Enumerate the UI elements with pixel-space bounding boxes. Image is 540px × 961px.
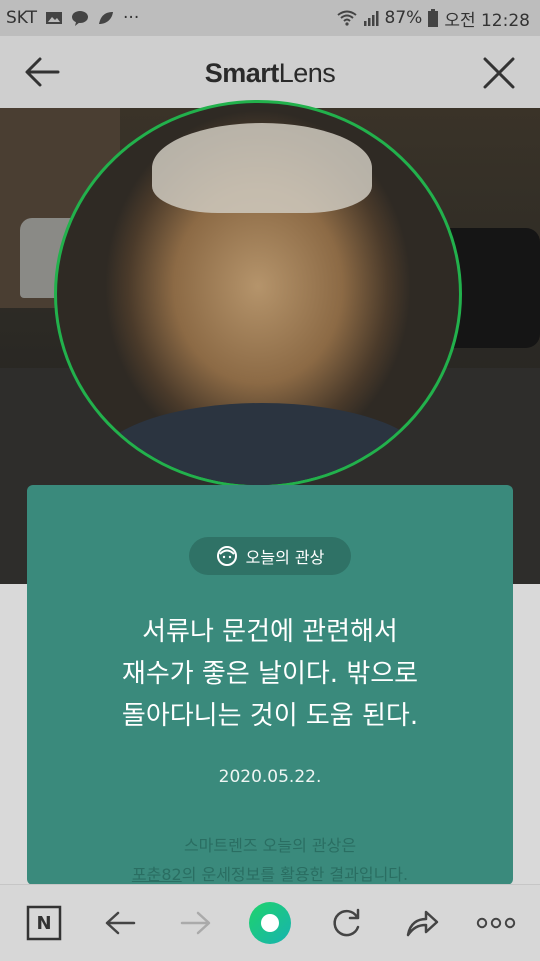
credit-line1: 스마트렌즈 오늘의 관상은	[183, 836, 357, 855]
chat-bubble-icon	[72, 11, 89, 26]
credit-line2-rest: 의 운세정보를 활용한 결과입니다.	[181, 865, 409, 884]
wifi-icon	[336, 10, 357, 26]
naver-n-label: N	[36, 912, 52, 934]
close-icon[interactable]	[480, 54, 518, 92]
green-dot-icon[interactable]	[248, 901, 292, 945]
face-detection-circle	[54, 100, 462, 488]
credit-text: 스마트렌즈 오늘의 관상은 포춘82의 운세정보를 활용한 결과입니다.	[27, 831, 513, 889]
battery-icon	[428, 9, 439, 27]
badge-label: 오늘의 관상	[245, 548, 325, 567]
status-bar: SKT ··· 87% 오전 12:28	[0, 0, 540, 36]
back-icon[interactable]	[100, 903, 140, 943]
fortune-line: 서류나 문건에 관련해서	[142, 617, 398, 647]
fortune-card: 오늘의 관상 서류나 문건에 관련해서 재수가 좋은 날이다. 밖으로 돌아다니…	[27, 485, 513, 885]
forward-icon[interactable]	[176, 903, 216, 943]
fortune-badge: 오늘의 관상	[189, 537, 351, 575]
share-icon[interactable]	[402, 903, 442, 943]
clock: 오전 12:28	[444, 10, 530, 31]
image-icon	[46, 12, 63, 24]
face-icon	[216, 546, 237, 566]
leaf-icon	[99, 12, 114, 24]
face-shirt	[97, 403, 427, 485]
fortune-date: 2020.05.22.	[218, 767, 322, 787]
app-title-light: Lens	[278, 58, 336, 88]
naver-n-icon[interactable]: N	[24, 903, 64, 943]
app-title: SmartLens	[0, 58, 540, 89]
carrier-label: SKT	[6, 8, 38, 28]
signal-icon	[363, 11, 379, 26]
more-icon[interactable]	[476, 903, 516, 943]
more-notifications: ···	[123, 8, 140, 28]
fortune-line: 돌아다니는 것이 도움 된다.	[121, 701, 419, 731]
battery-percent: 87%	[384, 8, 423, 28]
fortune-line: 재수가 좋은 날이다. 밖으로	[121, 659, 419, 689]
face-hair	[152, 123, 372, 213]
app-title-bold: Smart	[204, 58, 280, 88]
app-header: SmartLens	[0, 36, 540, 108]
fortune-text: 서류나 문건에 관련해서 재수가 좋은 날이다. 밖으로 돌아다니는 것이 도움…	[27, 611, 513, 737]
fortune82-link[interactable]: 포춘82	[132, 865, 182, 884]
browser-bottom-bar: N	[0, 884, 540, 961]
refresh-icon[interactable]	[326, 903, 366, 943]
